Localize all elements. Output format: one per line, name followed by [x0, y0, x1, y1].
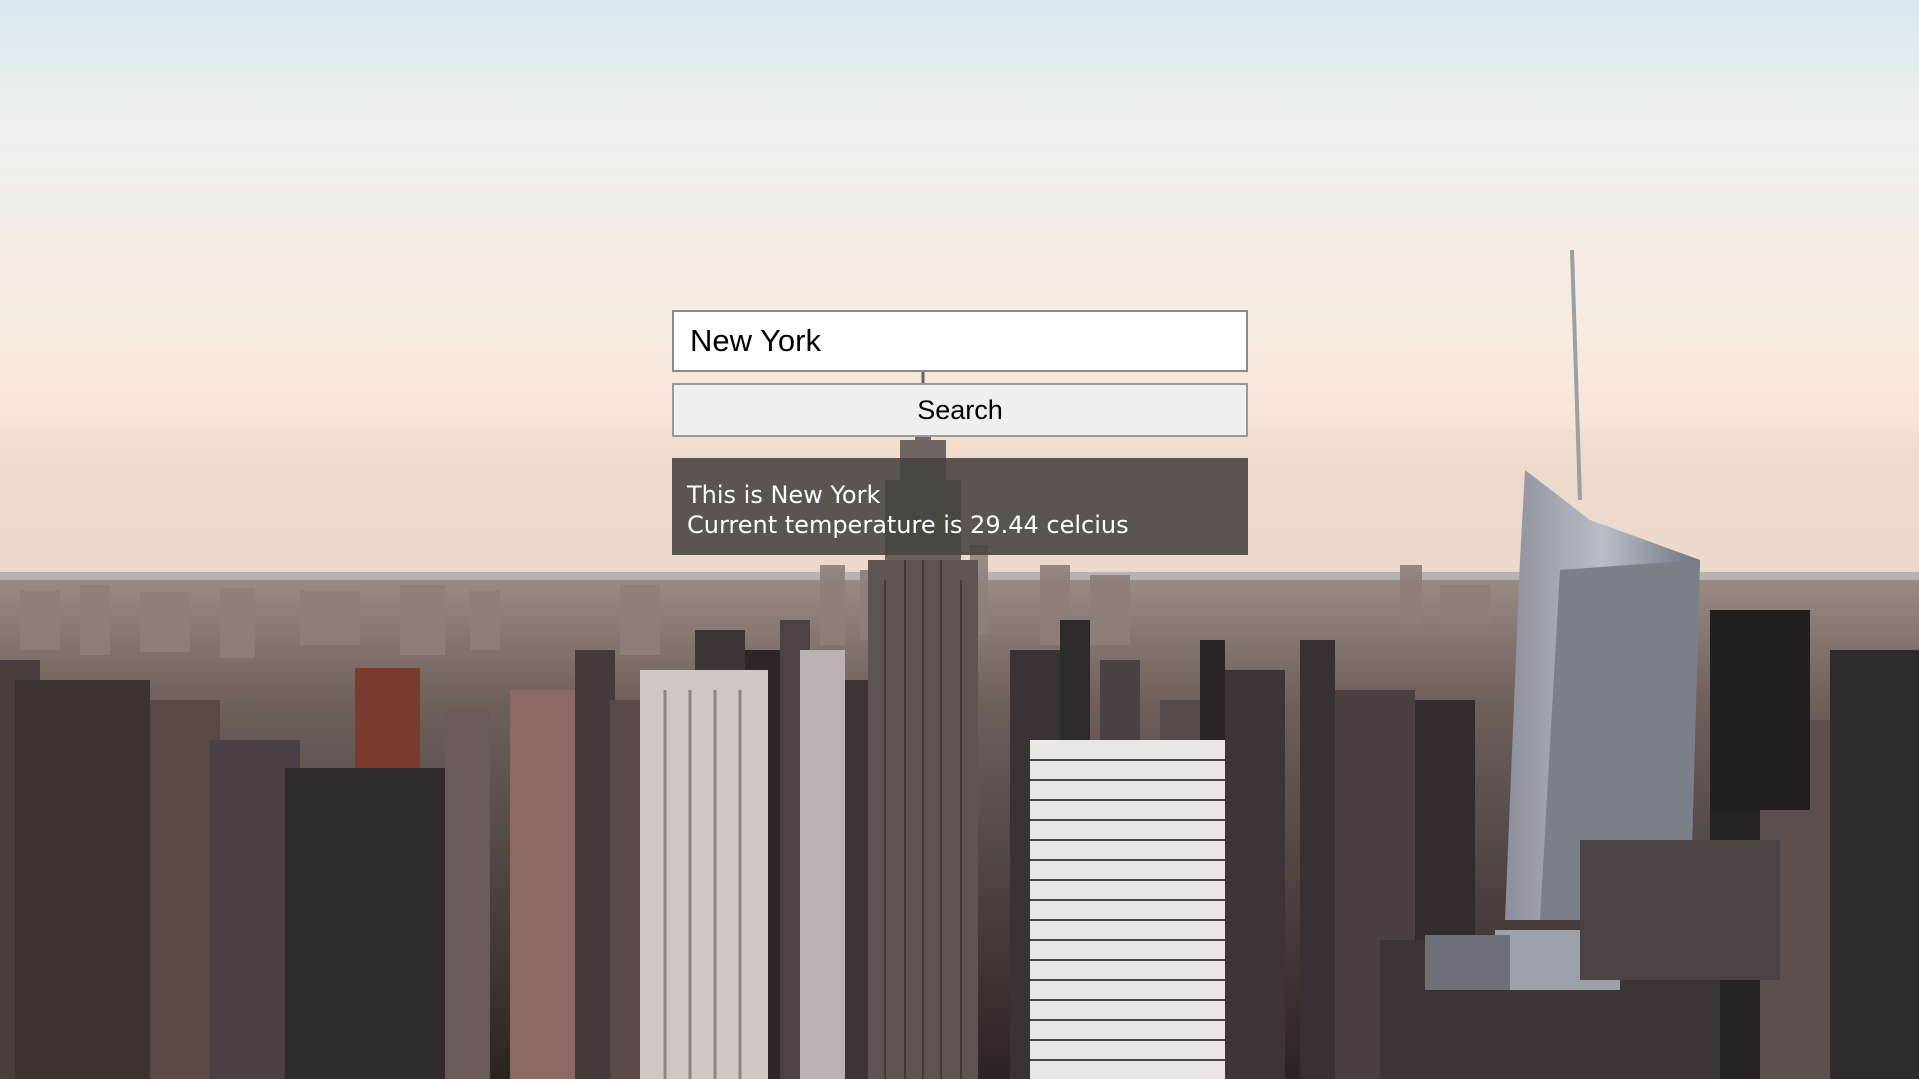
- search-button[interactable]: Search: [672, 383, 1248, 437]
- result-temperature-text: Current temperature is 29.44 celcius: [687, 511, 1129, 539]
- result-city-text: This is New York: [687, 481, 881, 509]
- search-panel: Search This is New York Current temperat…: [672, 310, 1248, 555]
- weather-result-box: This is New York Current temperature is …: [672, 458, 1248, 555]
- weather-app: Search This is New York Current temperat…: [0, 0, 1919, 1079]
- city-search-input[interactable]: [672, 310, 1248, 372]
